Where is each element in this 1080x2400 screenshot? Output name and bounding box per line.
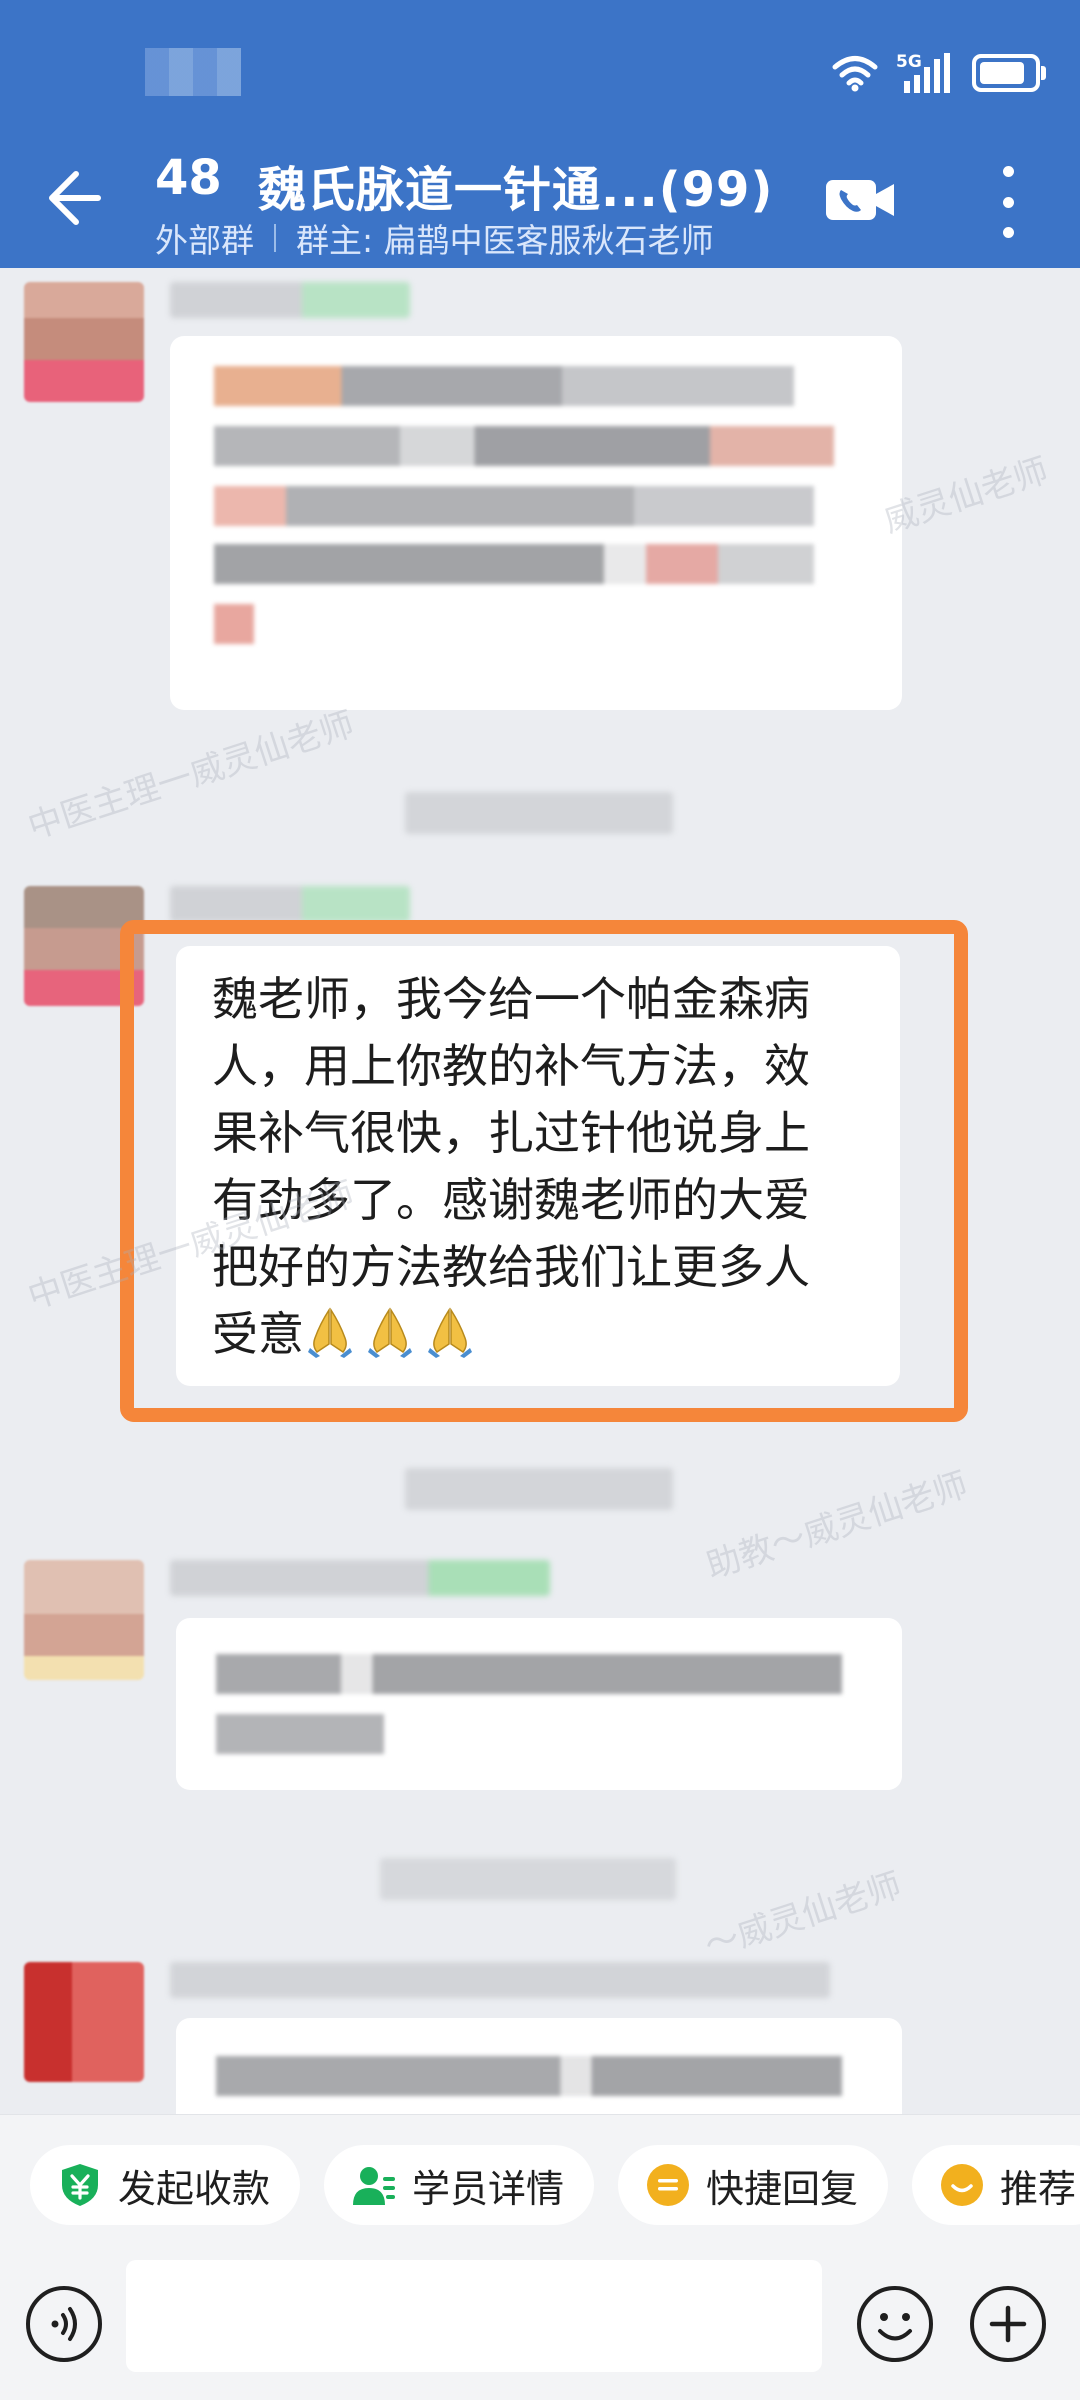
- message-input-bar: [0, 2248, 1080, 2400]
- message-bubble-blurred[interactable]: [176, 2018, 902, 2114]
- timestamp-blurred: [405, 792, 673, 834]
- unread-count: 48: [155, 150, 222, 206]
- more-actions-plus-icon[interactable]: [968, 2284, 1048, 2364]
- chip-label: 快捷回复: [706, 2166, 859, 2211]
- watermark-text: ～威灵仙老师: [699, 1865, 907, 1967]
- payment-shield-icon: [62, 2164, 98, 2206]
- chip-label: 推荐: [1000, 2166, 1077, 2211]
- timestamp-blurred: [405, 1468, 673, 1510]
- chat-title[interactable]: 魏氏脉道一针通...(99): [258, 150, 773, 220]
- student-detail-icon: [353, 2167, 395, 2205]
- sender-name-blurred: [170, 886, 410, 922]
- battery-icon: [972, 54, 1046, 92]
- group-owner-label: 群主: 扁鹊中医客服秋石老师: [296, 221, 714, 260]
- message-input[interactable]: [126, 2260, 822, 2372]
- message-bubble-blurred[interactable]: [170, 336, 902, 710]
- watermark-text: 助教～威灵仙老师: [701, 1464, 973, 1587]
- quick-action-collect-payment[interactable]: 发起收款: [30, 2145, 300, 2225]
- more-options-icon[interactable]: [990, 166, 1026, 238]
- voice-input-icon[interactable]: [24, 2284, 104, 2364]
- chat-message-list[interactable]: 魏老师，我今给一个帕金森病 人，用上你教的补气方法，效 果补气很快，扎过针他说身…: [0, 268, 1080, 2114]
- watermark-text: 威灵仙老师: [879, 450, 1054, 542]
- message-bubble-blurred[interactable]: [176, 1618, 902, 1790]
- subtitle-divider: [274, 224, 276, 252]
- video-call-icon[interactable]: [826, 176, 896, 224]
- sender-name-blurred: [170, 1560, 550, 1596]
- avatar[interactable]: [24, 282, 144, 402]
- watermark-text: 中医主理一威灵仙老师: [23, 704, 359, 848]
- avatar[interactable]: [24, 1962, 144, 2082]
- recommend-icon: [941, 2164, 983, 2206]
- highlight-frame: [120, 920, 968, 1422]
- chip-label: 学员详情: [412, 2166, 565, 2211]
- network-label: 5G: [896, 52, 922, 72]
- timestamp-blurred: [380, 1858, 676, 1900]
- quick-action-quick-reply[interactable]: 快捷回复: [618, 2145, 888, 2225]
- emoji-picker-icon[interactable]: [855, 2284, 935, 2364]
- quick-action-bar: 发起收款 学员详情 快捷回复 推荐: [0, 2114, 1080, 2249]
- back-arrow-icon[interactable]: [36, 162, 108, 234]
- sender-name-blurred: [170, 282, 410, 318]
- avatar[interactable]: [24, 1560, 144, 1680]
- group-type-label: 外部群: [155, 221, 254, 260]
- status-bar-icons: 5G: [832, 48, 1046, 98]
- quick-reply-icon: [647, 2164, 689, 2206]
- quick-action-recommend[interactable]: 推荐: [912, 2145, 1080, 2225]
- sender-name-blurred: [170, 1962, 830, 1998]
- wifi-icon: [832, 56, 878, 92]
- chat-subtitle: 外部群 群主: 扁鹊中医客服秋石老师: [155, 214, 714, 262]
- quick-action-student-detail[interactable]: 学员详情: [324, 2145, 594, 2225]
- signal-icon: 5G: [896, 52, 950, 93]
- status-bar-time-blurred: [145, 48, 241, 96]
- chat-header: 5G 48 魏氏脉道一针通...(99) 外部群 群主: 扁鹊中医客服秋石老师: [0, 0, 1080, 268]
- chip-label: 发起收款: [118, 2166, 271, 2211]
